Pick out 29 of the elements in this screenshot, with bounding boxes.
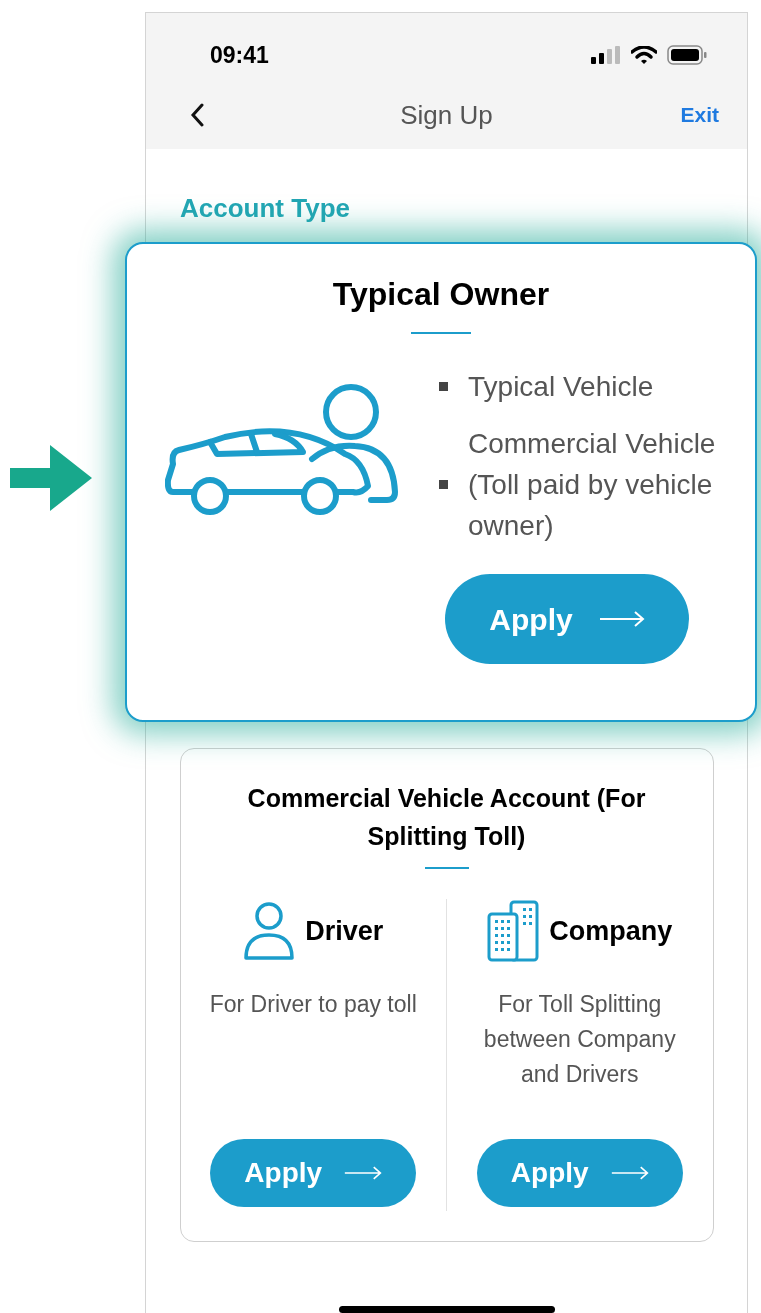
- bullet-text: Commercial Vehicle (Toll paid by vehicle owner): [468, 427, 717, 543]
- option-description: For Driver to pay toll: [208, 990, 418, 1019]
- page-title: Sign Up: [400, 98, 493, 132]
- title-underline: [424, 867, 469, 869]
- pointer-arrow-icon: [10, 445, 92, 511]
- card-title: Commercial Vehicle Account (For Splitting Toll): [246, 783, 647, 852]
- bullet-icon: [439, 480, 448, 489]
- arrow-right-icon: [344, 1165, 383, 1181]
- section-heading: Account Type: [180, 193, 350, 223]
- exit-link[interactable]: Exit: [680, 99, 719, 131]
- option-title: Driver: [305, 914, 384, 948]
- apply-button[interactable]: Apply: [445, 574, 689, 664]
- apply-button[interactable]: Apply: [210, 1139, 417, 1207]
- battery-icon: [667, 45, 707, 65]
- signal-icon: [591, 46, 621, 64]
- apply-button[interactable]: Apply: [476, 1139, 683, 1207]
- arrow-right-icon: [610, 1165, 649, 1181]
- wifi-icon: [631, 45, 657, 65]
- bullet-text: Typical Vehicle: [468, 370, 655, 404]
- status-time: 09:41: [210, 40, 269, 70]
- card-title: Typical Owner: [332, 275, 550, 314]
- arrow-right-icon: [598, 611, 645, 627]
- bullet-icon: [439, 382, 448, 391]
- option-description: For Toll Splitting between Company and Drivers: [482, 990, 677, 1089]
- person-icon: [243, 901, 296, 961]
- option-title: Company: [549, 914, 673, 948]
- title-underline: [411, 332, 471, 334]
- back-chevron-icon: [190, 103, 204, 127]
- buildings-icon: [487, 900, 540, 962]
